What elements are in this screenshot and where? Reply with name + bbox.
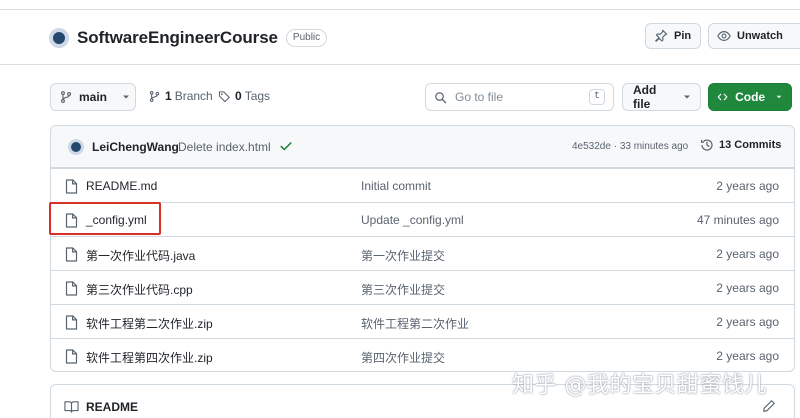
add-file-button[interactable]: Add file — [622, 83, 701, 111]
file-age: 47 minutes ago — [696, 213, 779, 227]
book-icon — [64, 401, 79, 413]
chevron-down-icon — [776, 95, 782, 99]
chevron-down-icon — [123, 95, 130, 99]
table-row[interactable]: README.md Initial commit 2 years ago — [51, 168, 794, 202]
file-icon — [65, 247, 78, 262]
file-age: 2 years ago — [716, 315, 779, 329]
eye-icon — [717, 31, 731, 41]
history-icon — [700, 139, 713, 151]
top-nav-edge — [0, 0, 800, 10]
check-icon — [280, 142, 292, 151]
code-label: Code — [735, 90, 766, 104]
file-commit-message[interactable]: 第三次作业提交 — [361, 281, 445, 298]
add-file-label: Add file — [633, 83, 657, 111]
code-icon — [717, 93, 728, 101]
pin-label: Pin — [674, 30, 692, 42]
file-commit-message[interactable]: Initial commit — [361, 179, 431, 193]
file-commit-message[interactable]: 软件工程第二次作业 — [361, 315, 469, 332]
search-icon — [435, 91, 447, 103]
table-row[interactable]: 软件工程第二次作业.zip 软件工程第二次作业 2 years ago — [51, 304, 794, 338]
commits-link[interactable]: 13 Commits — [700, 138, 781, 152]
repo-name[interactable]: SoftwareEngineerCourse — [77, 28, 278, 48]
highlight-box — [49, 202, 161, 235]
pencil-icon[interactable] — [762, 399, 776, 413]
watermark: 知乎 @我的宝贝甜蜜饯儿 — [512, 373, 767, 398]
file-icon — [65, 281, 78, 296]
file-commit-message[interactable]: Update _config.yml — [361, 213, 464, 227]
repo-avatar[interactable] — [49, 28, 69, 48]
readme-title[interactable]: README — [86, 400, 138, 414]
file-commit-message[interactable]: 第一次作业提交 — [361, 247, 445, 264]
go-to-file-input[interactable]: Go to file t — [425, 83, 614, 111]
unwatch-button[interactable]: Unwatch — [708, 23, 800, 49]
pin-button[interactable]: Pin — [645, 23, 701, 49]
branch-count: 1 — [165, 89, 172, 103]
file-commit-message[interactable]: 第四次作业提交 — [361, 349, 445, 366]
file-name[interactable]: 软件工程第四次作业.zip — [86, 349, 213, 366]
tags-link[interactable]: 0 Tags — [218, 89, 270, 103]
file-age: 2 years ago — [716, 281, 779, 295]
unwatch-label: Unwatch — [737, 30, 783, 42]
tag-count-label: Tags — [244, 89, 271, 103]
file-age: 2 years ago — [716, 349, 779, 363]
commits-count: 13 Commits — [719, 139, 782, 151]
branch-selector[interactable]: main — [50, 83, 136, 111]
table-row[interactable]: 第三次作业代码.cpp 第三次作业提交 2 years ago — [51, 270, 794, 304]
branches-link[interactable]: 1 Branch — [148, 89, 213, 103]
visibility-badge: Public — [285, 29, 328, 47]
table-row[interactable]: 第一次作业代码.java 第一次作业提交 2 years ago — [51, 236, 794, 270]
author-avatar[interactable] — [68, 139, 84, 155]
file-age: 2 years ago — [716, 247, 779, 261]
file-name[interactable]: 软件工程第二次作业.zip — [86, 315, 213, 332]
table-row[interactable]: _config.yml Update _config.yml 47 minute… — [51, 202, 794, 236]
commit-author[interactable]: LeiChengWang — [92, 140, 179, 154]
latest-commit-bar: LeiChengWang Delete index.html 4e532de ·… — [51, 126, 794, 168]
pin-icon — [655, 29, 668, 42]
file-icon — [65, 349, 78, 364]
file-age: 2 years ago — [716, 179, 779, 193]
go-to-file-placeholder: Go to file — [455, 90, 504, 104]
repo-header: SoftwareEngineerCourse Public — [49, 24, 328, 52]
shortcut-hint: t — [588, 89, 605, 105]
file-name[interactable]: README.md — [86, 179, 157, 193]
tag-count: 0 — [235, 89, 242, 103]
chevron-down-icon — [684, 95, 690, 99]
code-button[interactable]: Code — [708, 83, 792, 111]
header-divider — [0, 64, 800, 65]
file-name[interactable]: 第三次作业代码.cpp — [86, 281, 193, 298]
file-name[interactable]: 第一次作业代码.java — [86, 247, 195, 264]
branch-name: main — [79, 90, 108, 104]
commit-message[interactable]: Delete index.html — [178, 140, 271, 154]
branch-icon — [60, 91, 72, 103]
file-icon — [65, 179, 78, 194]
branch-icon — [149, 90, 160, 102]
branch-count-label: Branch — [174, 89, 213, 103]
file-icon — [65, 315, 78, 330]
tag-icon — [218, 90, 230, 102]
commit-meta[interactable]: 4e532de · 33 minutes ago — [572, 141, 688, 152]
file-browser: LeiChengWang Delete index.html 4e532de ·… — [50, 125, 795, 372]
